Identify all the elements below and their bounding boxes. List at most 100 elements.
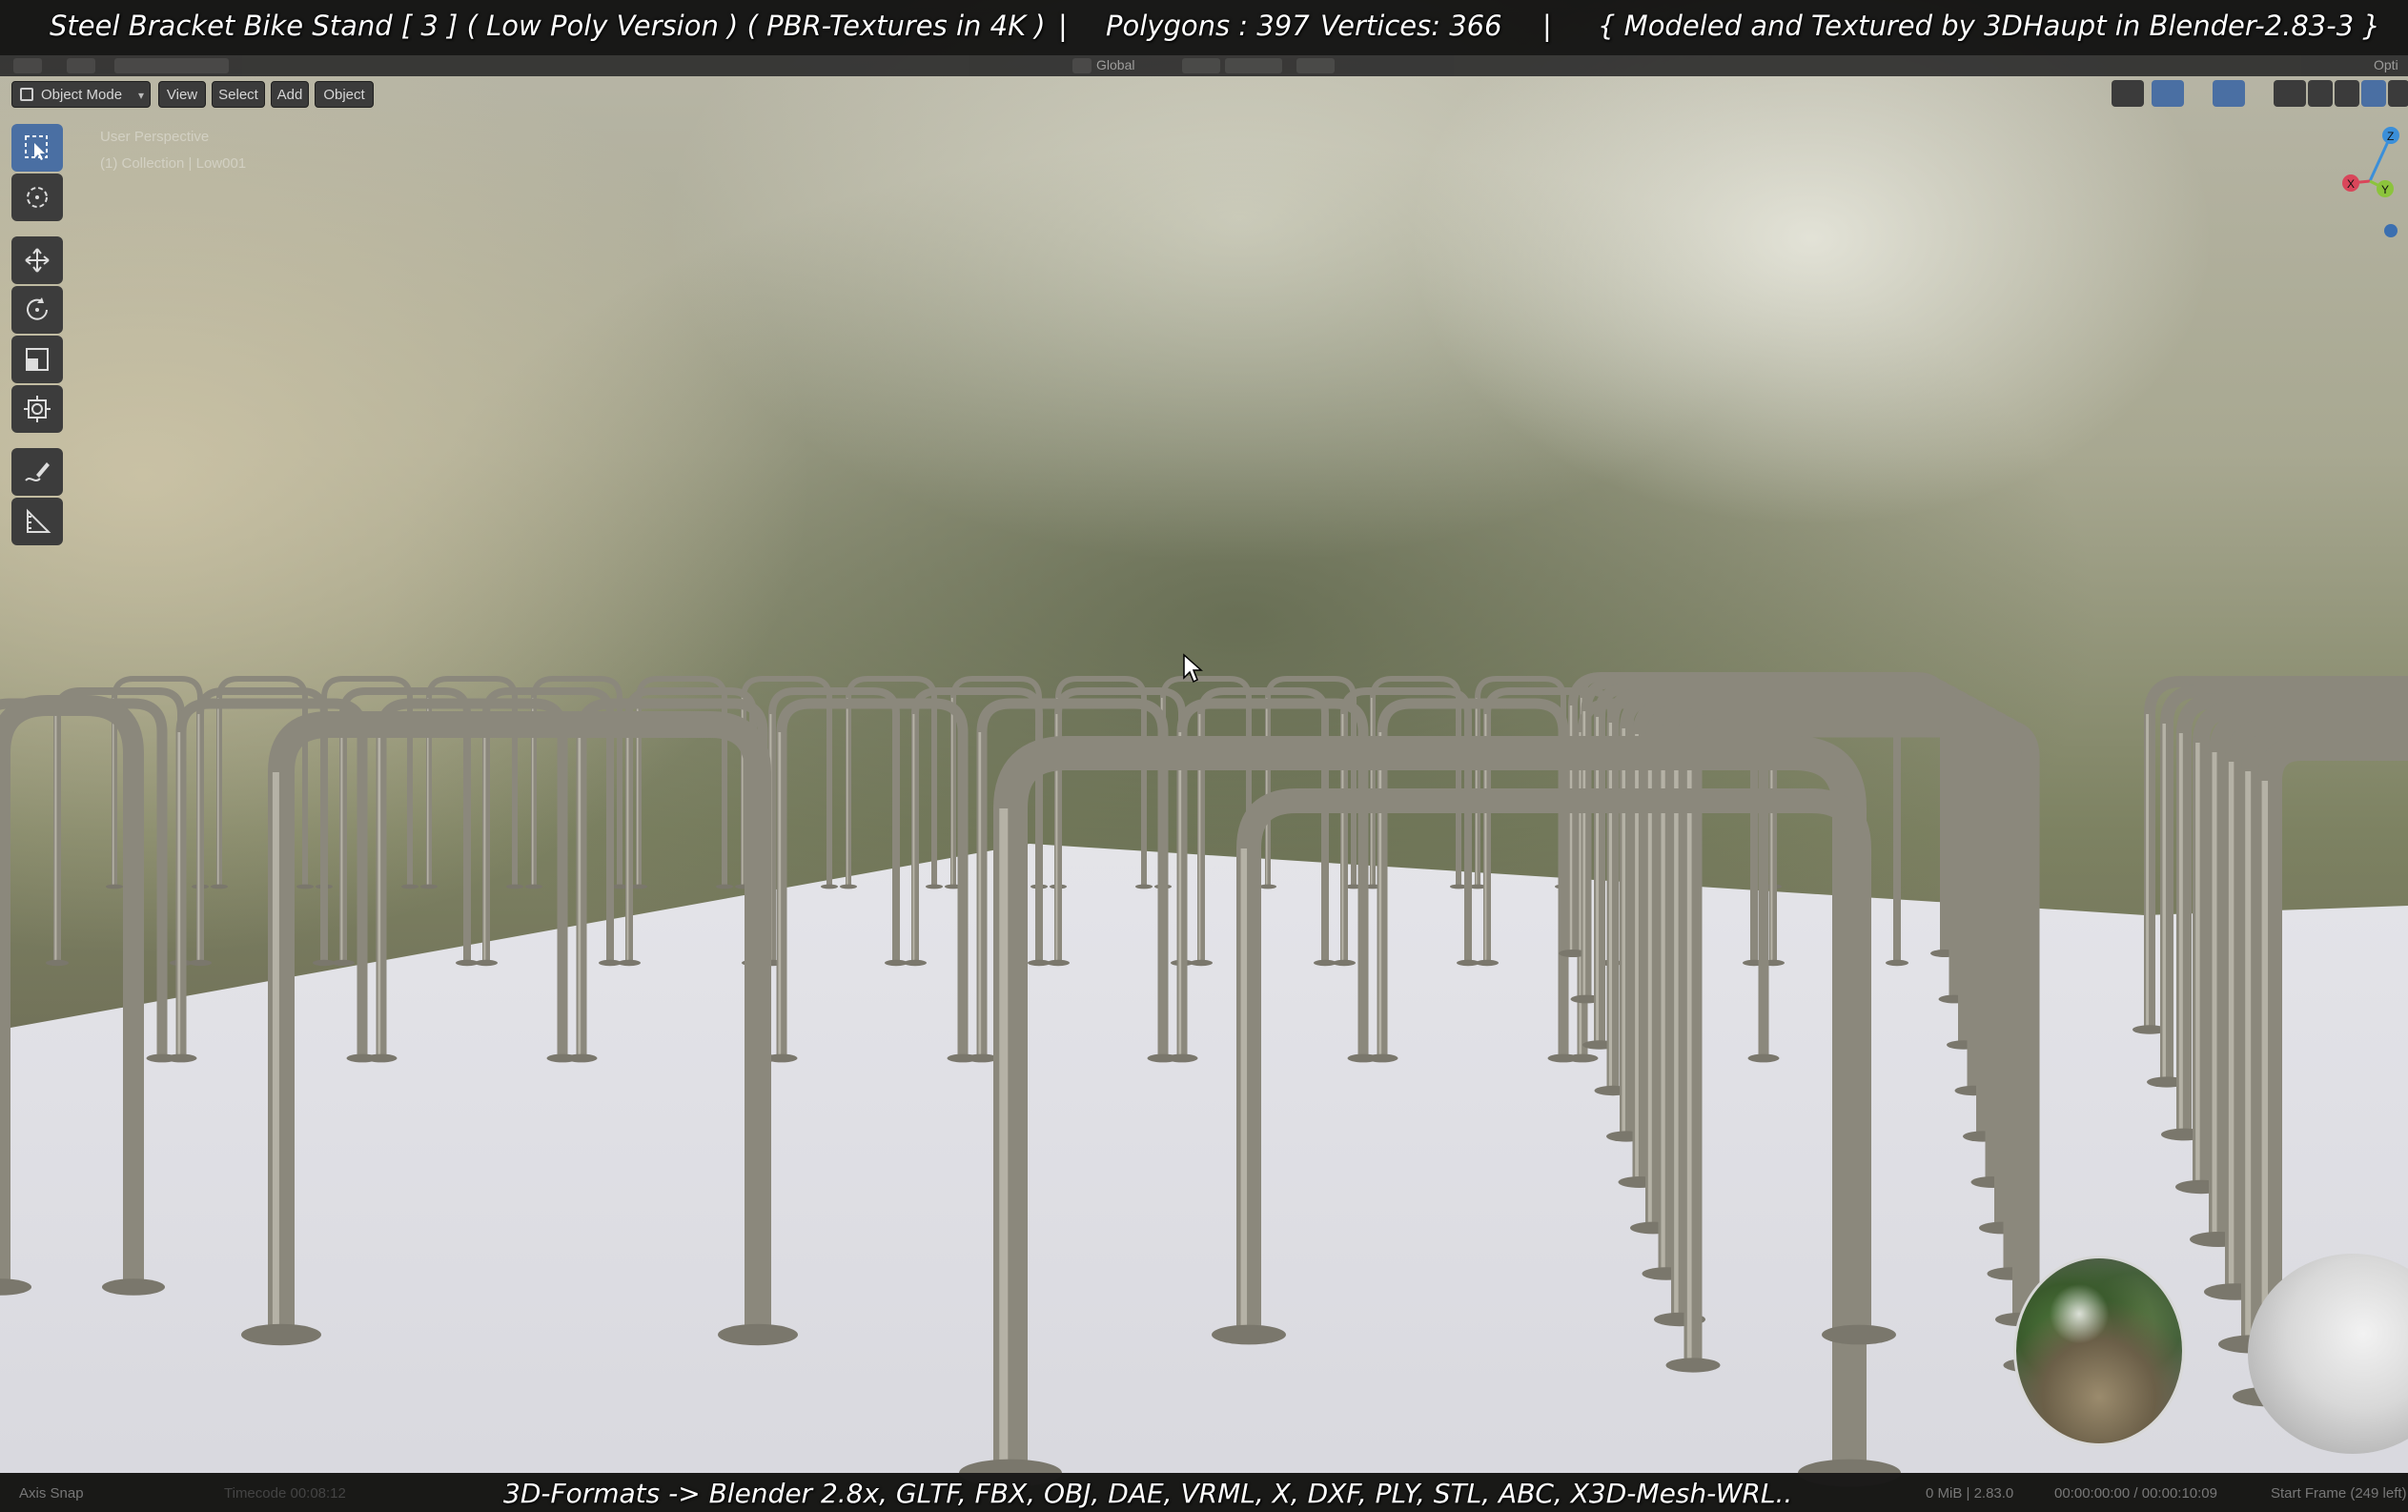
rack-base-plate <box>420 884 438 889</box>
rack-base-plate <box>165 1053 197 1063</box>
bike-rack <box>846 676 937 887</box>
rack-base-plate <box>718 1323 798 1346</box>
formats-caption: 3D-Formats -> Blender 2.8x, GLTF, FBX, O… <box>503 1478 1793 1509</box>
status-timecode: Timecode 00:08:12 <box>224 1485 346 1502</box>
rack-base-plate <box>525 884 542 889</box>
video-caption-bar: Steel Bracket Bike Stand [ 3 ] ( Low Pol… <box>0 0 2408 55</box>
move-icon <box>25 248 50 273</box>
cursor-icon <box>27 187 48 208</box>
material-preview-button[interactable] <box>2361 80 2386 107</box>
rack-base-plate <box>926 884 943 889</box>
scale-tool[interactable] <box>11 336 63 383</box>
rack-base-plate <box>506 884 523 889</box>
rack-base-plate <box>106 884 123 889</box>
pivot-button[interactable] <box>1182 58 1220 73</box>
rack-base-plate <box>1476 959 1499 967</box>
neg-z-axis-icon[interactable] <box>2384 224 2398 237</box>
selection-mode-buttons[interactable] <box>114 58 229 73</box>
annotate-icon <box>25 462 50 481</box>
cursor-tool[interactable] <box>11 174 63 221</box>
object-mode-select[interactable]: Object Mode ▾ <box>11 81 151 108</box>
bike-rack <box>268 711 771 1335</box>
rack-base-plate <box>1822 1324 1896 1345</box>
transform-icon <box>24 396 51 422</box>
object-menu[interactable]: Object <box>315 81 374 108</box>
editor-type-button[interactable] <box>13 58 42 73</box>
rack-base-plate <box>840 884 857 889</box>
rack-base-plate <box>1333 959 1356 967</box>
rack-base-plate <box>1047 959 1070 967</box>
viewport-collection-label: (1) Collection | Low001 <box>100 155 247 172</box>
rack-base-plate <box>1366 1053 1398 1063</box>
rack-base-plate <box>46 959 69 967</box>
rack-base-plate <box>904 959 927 967</box>
bike-rack <box>993 736 1867 1473</box>
object-mode-icon <box>20 88 33 101</box>
rendered-shading-button[interactable] <box>2388 80 2408 107</box>
select-box-tool[interactable] <box>11 124 63 172</box>
overlay-toggle-button[interactable] <box>2213 80 2245 107</box>
rack-base-plate <box>1212 1324 1286 1345</box>
rotate-icon <box>27 297 48 320</box>
select-menu[interactable]: Select <box>212 81 265 108</box>
rack-base-plate <box>211 884 228 889</box>
viewport-header-strip: Global Opti <box>0 55 2408 76</box>
rack-base-plate <box>365 1053 398 1063</box>
navigation-gizmo[interactable]: Z X Y <box>2326 114 2408 257</box>
bike-rack <box>636 676 727 887</box>
measure-tool[interactable] <box>11 498 63 545</box>
polygon-count: Polygons : 397 <box>1106 10 1310 42</box>
bike-rack <box>768 687 900 963</box>
svg-text:Y: Y <box>2381 183 2389 196</box>
xray-toggle-button[interactable] <box>2274 80 2306 107</box>
rotate-tool[interactable] <box>11 286 63 334</box>
rack-base-plate <box>189 959 212 967</box>
rack-base-plate <box>401 884 418 889</box>
svg-text:Z: Z <box>2387 130 2394 143</box>
caption-separator: | <box>1542 10 1552 42</box>
orientation-icon <box>1072 58 1092 73</box>
wireframe-shading-button[interactable] <box>2308 80 2333 107</box>
solid-shading-button[interactable] <box>2335 80 2359 107</box>
rack-base-plate <box>618 959 641 967</box>
hdri-preview-sphere <box>2013 1256 2185 1446</box>
bike-rack <box>1160 676 1252 887</box>
rack-base-plate <box>821 884 838 889</box>
bike-rack <box>1055 676 1147 887</box>
rack-base-plate <box>1665 1358 1721 1373</box>
3d-viewport[interactable] <box>0 0 2408 1512</box>
rack-base-plate <box>1135 884 1153 889</box>
rack-base-plate <box>1190 959 1213 967</box>
transform-orientation-select[interactable]: Global <box>1096 57 1134 72</box>
add-menu[interactable]: Add <box>271 81 309 108</box>
select-mode-button[interactable] <box>67 58 95 73</box>
rack-base-plate <box>565 1053 598 1063</box>
rack-base-plate <box>1166 1053 1198 1063</box>
status-memory: 0 MiB | 2.83.0 <box>1926 1485 2014 1502</box>
caption-separator: | <box>1058 10 1068 42</box>
annotate-tool[interactable] <box>11 448 63 496</box>
gizmo-toggle-button[interactable] <box>2152 80 2184 107</box>
visibility-button[interactable] <box>2112 80 2144 107</box>
mode-label: Object Mode <box>41 87 123 103</box>
rack-base-plate <box>966 1053 998 1063</box>
status-start-frame: Start Frame (249 left) <box>2271 1485 2407 1502</box>
view-menu[interactable]: View <box>158 81 206 108</box>
viewport-perspective-label: User Perspective <box>100 129 210 145</box>
bike-rack <box>426 676 518 887</box>
rack-base-plate <box>1747 1053 1780 1063</box>
scale-icon <box>26 348 49 371</box>
options-menu[interactable]: Opti <box>2374 57 2398 72</box>
snap-button[interactable] <box>1225 58 1282 73</box>
status-time: 00:00:00:00 / 00:00:10:09 <box>2054 1485 2217 1502</box>
transform-tool[interactable] <box>11 385 63 433</box>
caption-credit: { Modeled and Textured by 3DHaupt in Ble… <box>1598 10 2380 42</box>
bike-rack <box>1483 687 1615 963</box>
caption-title: Steel Bracket Bike Stand [ 3 ] ( Low Pol… <box>50 10 1046 42</box>
rack-base-plate <box>102 1278 165 1296</box>
rack-base-plate <box>0 1278 31 1296</box>
vertex-count: Vertices: 366 <box>1320 10 1502 42</box>
rack-base-plate <box>475 959 498 967</box>
proportional-edit-button[interactable] <box>1296 58 1335 73</box>
move-tool[interactable] <box>11 236 63 284</box>
